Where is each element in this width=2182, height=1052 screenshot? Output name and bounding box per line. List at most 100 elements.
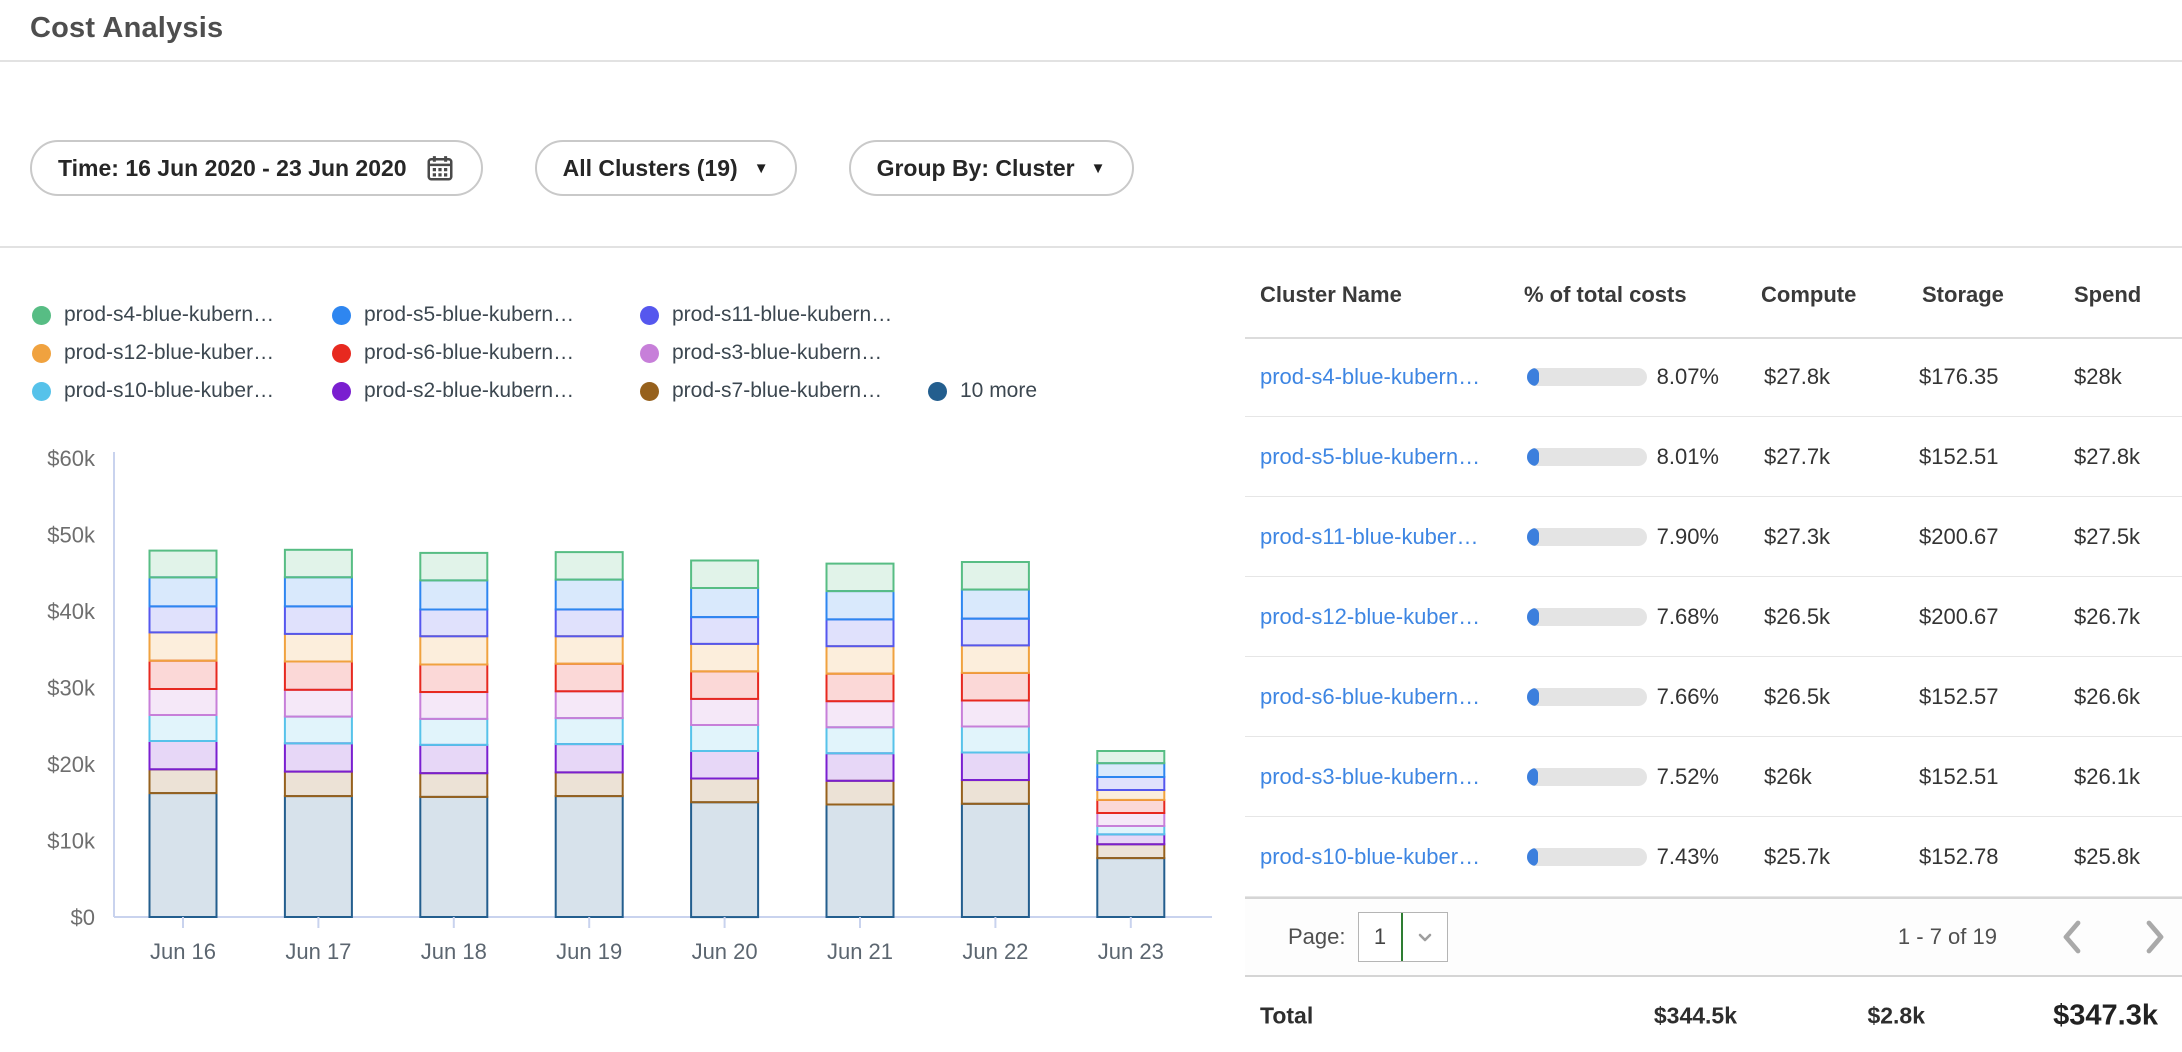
svg-text:$0: $0 bbox=[71, 905, 95, 930]
pct-value: 7.66% bbox=[1639, 684, 1719, 710]
compute-value: $27.7k bbox=[1764, 444, 1830, 470]
pct-progress-bar bbox=[1527, 768, 1647, 786]
total-compute: $344.5k bbox=[1595, 1002, 1737, 1029]
pct-value: 7.43% bbox=[1639, 844, 1719, 870]
svg-text:Jun 16: Jun 16 bbox=[150, 939, 216, 964]
pct-progress-fill bbox=[1527, 688, 1539, 706]
column-header-spend: Spend bbox=[2074, 282, 2141, 308]
legend-swatch bbox=[332, 344, 351, 363]
spend-value: $26.1k bbox=[2074, 764, 2140, 790]
legend-label: 10 more bbox=[960, 379, 1037, 403]
legend-item[interactable]: prod-s5-blue-kubern… bbox=[332, 303, 640, 327]
chevron-left-icon[interactable] bbox=[2059, 919, 2085, 955]
legend-swatch bbox=[32, 344, 51, 363]
chevron-right-icon[interactable] bbox=[2142, 919, 2168, 955]
legend-item[interactable]: prod-s10-blue-kuber… bbox=[32, 379, 332, 403]
pct-value: 8.01% bbox=[1639, 444, 1719, 470]
svg-text:$60k: $60k bbox=[47, 446, 96, 471]
storage-value: $152.51 bbox=[1919, 444, 1999, 470]
spend-value: $27.5k bbox=[2074, 524, 2140, 550]
svg-text:Jun 21: Jun 21 bbox=[827, 939, 893, 964]
svg-text:Jun 20: Jun 20 bbox=[692, 939, 758, 964]
compute-value: $25.7k bbox=[1764, 844, 1830, 870]
caret-down-icon: ▼ bbox=[754, 160, 769, 177]
svg-text:$50k: $50k bbox=[47, 523, 96, 548]
pagination-range: 1 - 7 of 19 bbox=[1825, 924, 1997, 950]
clusters-filter-label: All Clusters (19) bbox=[563, 155, 738, 182]
clusters-filter[interactable]: All Clusters (19) ▼ bbox=[535, 140, 797, 196]
column-header-pct-of-total: % of total costs bbox=[1524, 282, 1687, 308]
legend-item[interactable]: prod-s12-blue-kuber… bbox=[32, 341, 332, 365]
storage-value: $200.67 bbox=[1919, 524, 1999, 550]
legend-item[interactable]: prod-s2-blue-kubern… bbox=[332, 379, 640, 403]
spend-value: $27.8k bbox=[2074, 444, 2140, 470]
compute-value: $27.8k bbox=[1764, 364, 1830, 390]
time-range-filter[interactable]: Time: 16 Jun 2020 - 23 Jun 2020 bbox=[30, 140, 483, 196]
svg-text:Jun 22: Jun 22 bbox=[962, 939, 1028, 964]
cluster-name-link[interactable]: prod-s3-blue-kubern… bbox=[1260, 764, 1480, 790]
chart-legend: prod-s4-blue-kubern… prod-s5-blue-kubern…… bbox=[32, 296, 1037, 410]
total-spend: $347.3k bbox=[1975, 999, 2158, 1032]
legend-label: prod-s3-blue-kubern… bbox=[672, 341, 882, 365]
group-by-filter[interactable]: Group By: Cluster ▼ bbox=[849, 140, 1134, 196]
legend-item[interactable]: prod-s7-blue-kubern… bbox=[640, 379, 928, 403]
group-by-label: Group By: Cluster bbox=[877, 155, 1075, 182]
pct-progress-fill bbox=[1527, 768, 1538, 786]
svg-text:Jun 19: Jun 19 bbox=[556, 939, 622, 964]
pct-progress-fill bbox=[1527, 368, 1539, 386]
total-label: Total bbox=[1260, 1002, 1313, 1029]
storage-value: $200.67 bbox=[1919, 604, 1999, 630]
cluster-cost-table: Cluster Name % of total costs Compute St… bbox=[1245, 0, 2182, 1052]
cluster-name-link[interactable]: prod-s6-blue-kubern… bbox=[1260, 684, 1480, 710]
page-select[interactable]: 1 bbox=[1358, 912, 1448, 962]
svg-text:Jun 23: Jun 23 bbox=[1098, 939, 1164, 964]
legend-swatch bbox=[640, 382, 659, 401]
filter-bar: Time: 16 Jun 2020 - 23 Jun 2020 All Clus… bbox=[30, 140, 1134, 196]
column-header-storage: Storage bbox=[1922, 282, 2004, 308]
pct-progress-fill bbox=[1527, 448, 1539, 466]
cluster-name-link[interactable]: prod-s12-blue-kuber… bbox=[1260, 604, 1480, 630]
cluster-name-link[interactable]: prod-s10-blue-kuber… bbox=[1260, 844, 1480, 870]
legend-item[interactable]: prod-s6-blue-kubern… bbox=[332, 341, 640, 365]
storage-value: $152.51 bbox=[1919, 764, 1999, 790]
storage-value: $152.57 bbox=[1919, 684, 1999, 710]
spend-value: $26.7k bbox=[2074, 604, 2140, 630]
svg-text:Jun 17: Jun 17 bbox=[285, 939, 351, 964]
legend-swatch bbox=[640, 306, 659, 325]
svg-text:$40k: $40k bbox=[47, 599, 96, 624]
legend-swatch bbox=[332, 306, 351, 325]
storage-value: $152.78 bbox=[1919, 844, 1999, 870]
table-row: prod-s11-blue-kuber… 7.90% $27.3k $200.67 $2… bbox=[1245, 497, 2182, 577]
legend-item[interactable]: 10 more bbox=[928, 379, 1037, 403]
spend-value: $25.8k bbox=[2074, 844, 2140, 870]
svg-text:$10k: $10k bbox=[47, 829, 96, 854]
pct-progress-bar bbox=[1527, 368, 1647, 386]
chevron-down-icon bbox=[1403, 913, 1447, 961]
compute-value: $27.3k bbox=[1764, 524, 1830, 550]
cluster-name-link[interactable]: prod-s11-blue-kuber… bbox=[1260, 524, 1478, 550]
pct-progress-bar bbox=[1527, 448, 1647, 466]
page-title: Cost Analysis bbox=[30, 12, 223, 45]
pct-value: 7.52% bbox=[1639, 764, 1719, 790]
caret-down-icon: ▼ bbox=[1091, 160, 1106, 177]
cost-analysis-page: Cost Analysis Time: 16 Jun 2020 - 23 Jun… bbox=[0, 0, 2182, 1052]
legend-label: prod-s12-blue-kuber… bbox=[64, 341, 274, 365]
pct-progress-bar bbox=[1527, 608, 1647, 626]
pct-value: 7.90% bbox=[1639, 524, 1719, 550]
legend-item[interactable]: prod-s3-blue-kubern… bbox=[640, 341, 928, 365]
cost-bar-chart[interactable]: $0$10k$20k$30k$40k$50k$60kJun 16Jun 17Ju… bbox=[0, 430, 1230, 1012]
svg-text:$30k: $30k bbox=[47, 676, 96, 701]
compute-value: $26.5k bbox=[1764, 604, 1830, 630]
table-row: prod-s5-blue-kubern… 8.01% $27.7k $152.51 $2… bbox=[1245, 417, 2182, 497]
legend-item[interactable]: prod-s4-blue-kubern… bbox=[32, 303, 332, 327]
legend-swatch bbox=[332, 382, 351, 401]
pct-progress-fill bbox=[1527, 528, 1539, 546]
pct-progress-bar bbox=[1527, 848, 1647, 866]
pct-value: 8.07% bbox=[1639, 364, 1719, 390]
column-header-compute: Compute bbox=[1761, 282, 1856, 308]
spend-value: $28k bbox=[2074, 364, 2122, 390]
cluster-name-link[interactable]: prod-s4-blue-kubern… bbox=[1260, 364, 1480, 390]
legend-label: prod-s5-blue-kubern… bbox=[364, 303, 574, 327]
legend-item[interactable]: prod-s11-blue-kubern… bbox=[640, 303, 928, 327]
cluster-name-link[interactable]: prod-s5-blue-kubern… bbox=[1260, 444, 1480, 470]
